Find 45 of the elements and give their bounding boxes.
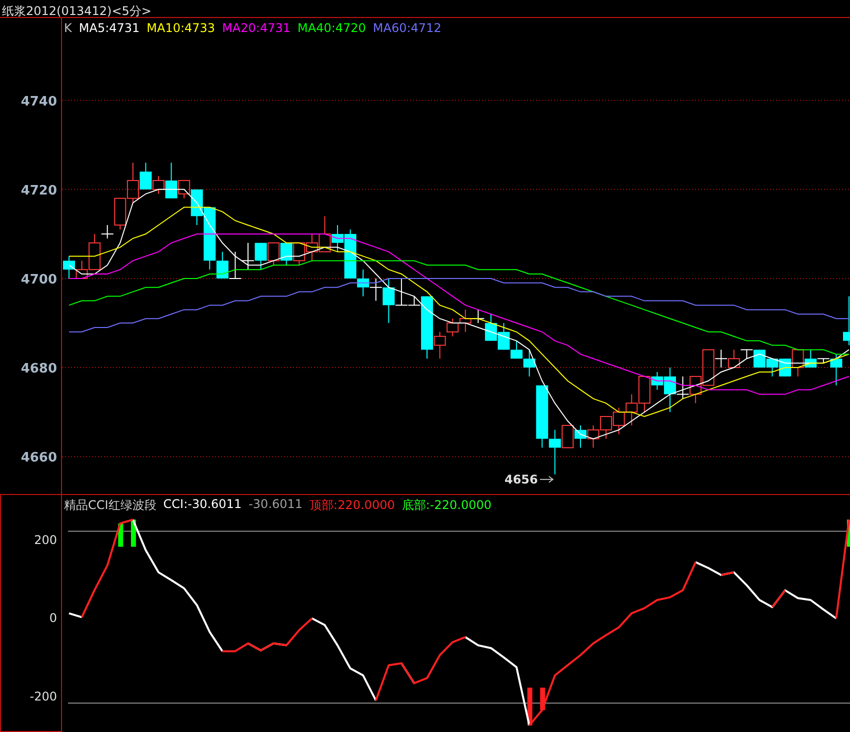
candlestick bbox=[318, 216, 331, 252]
legend-item: K bbox=[64, 21, 72, 35]
legend-item: MA10:4733 bbox=[146, 21, 216, 35]
legend-item: CCI:-30.6011 bbox=[163, 497, 242, 513]
axis-label: 4740 bbox=[20, 94, 57, 110]
axis-label: 4720 bbox=[20, 183, 57, 198]
legend-item: 精品CCI红绿波段 bbox=[64, 497, 156, 514]
candlestick bbox=[306, 233, 318, 262]
axis-label: 4660 bbox=[20, 450, 57, 466]
candlestick bbox=[536, 384, 548, 448]
candlestick bbox=[600, 416, 612, 440]
axis-label: 4680 bbox=[20, 362, 57, 377]
candlestick bbox=[626, 394, 638, 426]
legend-item: MA60:4712 bbox=[372, 21, 442, 35]
low-price-label: 4656 bbox=[504, 472, 538, 486]
legend-item: 底部:-220.0000 bbox=[402, 497, 492, 514]
legend-item: 顶部:220.0000 bbox=[310, 497, 395, 514]
arrow-icon bbox=[539, 476, 554, 483]
candlestick bbox=[766, 358, 778, 377]
window-title: 纸浆2012(013412)<5分> bbox=[1, 4, 152, 18]
candlestick bbox=[268, 242, 280, 266]
candlestick bbox=[587, 424, 600, 448]
signal-bar bbox=[540, 688, 546, 710]
axis-label: -200 bbox=[30, 689, 57, 704]
candlestick bbox=[280, 242, 292, 266]
candlestick bbox=[612, 407, 625, 435]
legend-item: MA40:4720 bbox=[298, 21, 366, 35]
legend-item: -30.6011 bbox=[248, 497, 303, 513]
candlestick bbox=[228, 251, 242, 279]
candlestick bbox=[63, 256, 75, 279]
candlestick bbox=[690, 376, 702, 404]
candlestick bbox=[574, 424, 586, 448]
candlestick bbox=[293, 242, 306, 266]
candlestick bbox=[242, 242, 255, 270]
candlestick bbox=[843, 296, 850, 346]
legend-item: MA20:4731 bbox=[222, 21, 290, 35]
axis-label: 4700 bbox=[20, 272, 57, 288]
signal-bar bbox=[527, 688, 532, 726]
signal-bar bbox=[847, 520, 850, 547]
axis-label: 200 bbox=[34, 533, 57, 548]
axis-label: 0 bbox=[49, 611, 57, 626]
signal-bar bbox=[118, 524, 124, 547]
candlestick bbox=[254, 242, 267, 270]
signal-bar bbox=[130, 520, 136, 547]
legend-item: MA5:4731 bbox=[78, 21, 140, 35]
